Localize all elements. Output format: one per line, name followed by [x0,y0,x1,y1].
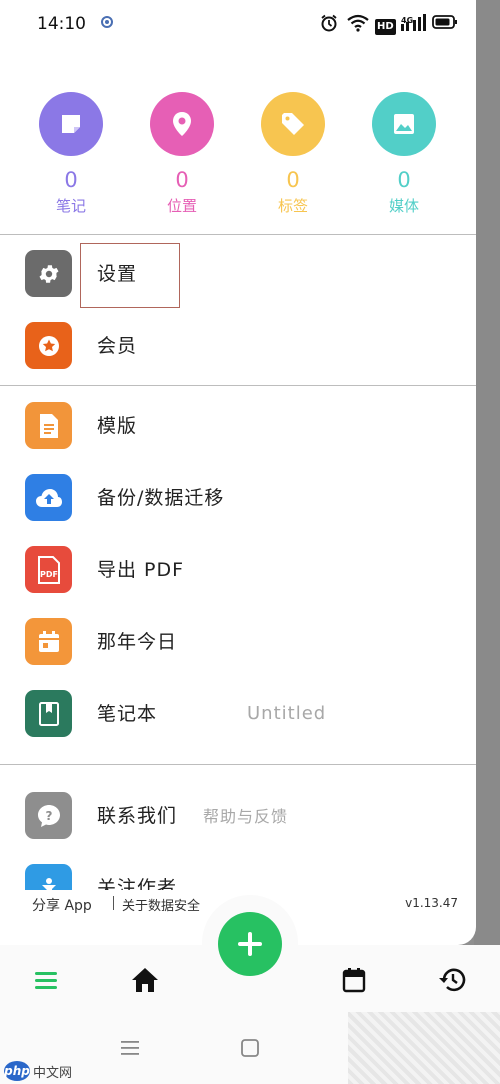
pdf-icon-text: PDF [40,570,58,579]
pdf-icon: PDF [25,546,72,593]
menu-item-label: 笔记本 [97,703,158,725]
home-icon[interactable] [125,960,165,1000]
status-bar: 14:10 HD 4G [0,0,476,50]
stat-notes[interactable]: 0 笔记 [21,92,121,216]
stat-locations-label: 位置 [166,197,197,215]
stat-tags-label: 标签 [277,197,308,215]
wifi-icon [347,14,369,37]
star-badge-icon [25,322,72,369]
stat-notes-label: 笔记 [55,197,86,215]
share-app-link[interactable]: 分享 App [32,895,92,915]
tag-icon [261,92,325,156]
watermark-logo: php [4,1061,30,1081]
dim-overlay[interactable] [474,0,500,945]
site-watermark: php 中文网 [0,1058,100,1084]
gear-icon [25,250,72,297]
menu-item-label: 会员 [97,335,138,357]
svg-text:?: ? [45,809,52,823]
divider [0,234,476,235]
menu-item-backup[interactable]: 备份/数据迁移 [0,467,476,529]
divider [0,764,476,765]
hd-icon: HD [375,14,396,35]
menu-item-label: 模版 [97,415,138,437]
stats-row: 0 笔记 0 位置 0 标签 0 媒体 [0,92,476,232]
recent-apps-icon[interactable] [120,1038,140,1062]
stat-media-label: 媒体 [388,197,419,215]
notebook-icon [25,690,72,737]
menu-item-label: 联系我们 [97,805,178,827]
alarm-icon [320,14,338,37]
stat-tags-count: 0 [286,168,300,192]
stat-locations[interactable]: 0 位置 [132,92,232,216]
menu-item-membership[interactable]: 会员 [0,315,476,377]
battery-icon [432,14,458,35]
history-icon[interactable] [432,960,472,1000]
divider [0,385,476,386]
pixelated-area [348,1012,500,1084]
menu-item-label: 那年今日 [97,631,178,653]
help-bubble-icon: ? [25,792,72,839]
menu-item-export-pdf[interactable]: PDF 导出 PDF [0,539,476,601]
menu-item-label: 备份/数据迁移 [97,487,225,509]
menu-item-settings[interactable]: 设置 [0,243,476,305]
notebook-value: Untitled [247,703,327,724]
app-notification-icon [100,14,114,35]
data-security-link[interactable]: 关于数据安全 [122,895,200,914]
stat-media-count: 0 [397,168,411,192]
menu-icon[interactable] [26,960,66,1000]
app-version: v1.13.47 [405,896,458,910]
location-pin-icon [150,92,214,156]
stat-locations-count: 0 [175,168,189,192]
home-square-icon[interactable] [240,1038,260,1062]
footer-separator [113,896,114,910]
highlight-box [80,243,180,308]
signal-4g-icon: 4G [401,14,427,37]
status-time: 14:10 [37,14,86,34]
menu-item-label: 导出 PDF [97,559,185,581]
watermark-text: 中文网 [33,1065,73,1081]
cloud-upload-icon [25,474,72,521]
menu-item-notebook[interactable]: 笔记本 Untitled [0,683,476,745]
stat-tags[interactable]: 0 标签 [243,92,343,216]
note-icon [39,92,103,156]
contact-subtitle: 帮助与反馈 [203,807,289,826]
image-icon [372,92,436,156]
network-label: 4G [401,16,414,25]
stat-media[interactable]: 0 媒体 [354,92,454,216]
menu-item-on-this-day[interactable]: 那年今日 [0,611,476,673]
stat-notes-count: 0 [64,168,78,192]
calendar-icon [25,618,72,665]
document-icon [25,402,72,449]
menu-item-templates[interactable]: 模版 [0,395,476,457]
plus-icon [238,932,262,956]
navigation-drawer: 14:10 HD 4G 0 笔记 0 位置 0 标签 0 媒体 设置 会员 模版… [0,0,476,945]
hd-label: HD [375,19,396,35]
menu-item-contact[interactable]: ? 联系我们 帮助与反馈 [0,785,476,847]
add-note-button[interactable] [218,912,282,976]
calendar-icon[interactable] [334,960,374,1000]
